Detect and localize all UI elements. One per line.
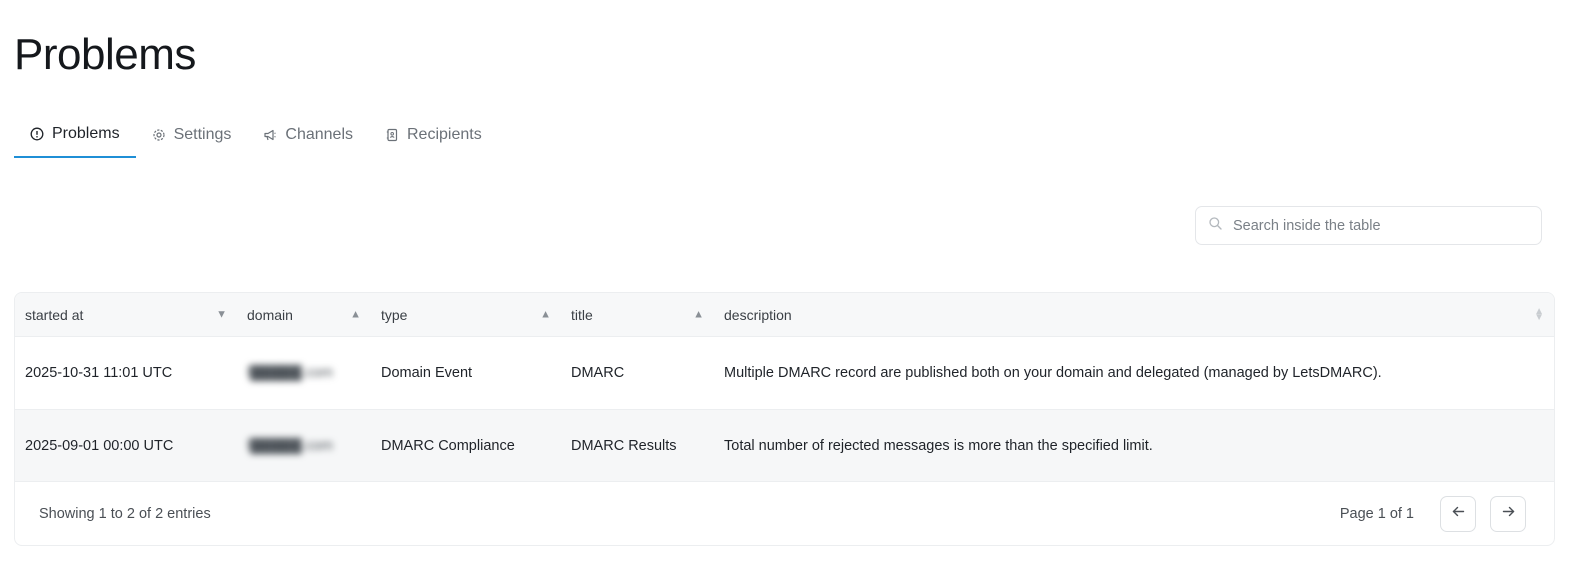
cell-started-at: 2025-09-01 00:00 UTC — [25, 437, 174, 454]
column-label: domain — [247, 306, 293, 323]
table-row[interactable]: 2025-09-01 00:00 UTC l█████.com DMARC Co… — [15, 409, 1554, 481]
cell-started-at: 2025-10-31 11:01 UTC — [25, 365, 173, 381]
table-search — [1195, 206, 1542, 245]
problems-table: started at ▼ domain ▲ type ▲ title ▲ des… — [14, 292, 1555, 546]
cell-description: Total number of rejected messages is mor… — [724, 437, 1153, 454]
column-header-domain[interactable]: domain ▲ — [237, 293, 371, 336]
cell-domain: l█████.com — [247, 437, 334, 454]
column-header-title[interactable]: title ▲ — [561, 293, 714, 336]
tab-channels[interactable]: Channels — [247, 114, 369, 156]
sort-asc-icon: ▲ — [693, 308, 704, 320]
entries-count: Showing 1 to 2 of 2 entries — [39, 505, 211, 522]
sort-asc-icon: ▲ — [540, 308, 551, 320]
arrow-right-icon — [1501, 504, 1516, 524]
column-label: title — [571, 306, 593, 323]
cell-description: Multiple DMARC record are published both… — [724, 365, 1382, 381]
tab-label: Problems — [52, 125, 120, 142]
column-label: type — [381, 306, 408, 323]
cell-type: Domain Event — [381, 365, 473, 381]
gear-icon — [152, 128, 166, 142]
table-header: started at ▼ domain ▲ type ▲ title ▲ des… — [15, 293, 1554, 337]
contact-book-icon — [385, 128, 399, 142]
next-page-button[interactable] — [1490, 495, 1526, 532]
cell-domain: l█████.com — [247, 365, 334, 381]
search-input[interactable] — [1233, 217, 1523, 234]
tab-bar: Problems Settings Channels Recipients — [14, 114, 498, 158]
page-info: Page 1 of 1 — [1339, 505, 1414, 522]
megaphone-icon — [263, 128, 277, 142]
cell-title: DMARC Results — [571, 437, 677, 454]
tab-label: Recipients — [407, 126, 482, 143]
cell-type: DMARC Compliance — [381, 437, 515, 454]
table-row[interactable]: 2025-10-31 11:01 UTC l█████.com Domain E… — [15, 337, 1554, 409]
sort-unsorted-icon: ▲ ▼ — [1534, 305, 1544, 323]
alert-circle-icon — [30, 127, 44, 141]
cell-title: DMARC — [571, 365, 625, 381]
table-footer: Showing 1 to 2 of 2 entries Page 1 of 1 — [15, 481, 1554, 545]
tab-label: Settings — [173, 126, 232, 143]
column-header-type[interactable]: type ▲ — [371, 293, 561, 336]
previous-page-button[interactable] — [1440, 495, 1476, 532]
page-title: Problems — [14, 30, 196, 79]
tab-label: Channels — [285, 126, 353, 143]
column-header-started-at[interactable]: started at ▼ — [15, 293, 237, 336]
tab-recipients[interactable]: Recipients — [369, 114, 498, 156]
tab-settings[interactable]: Settings — [136, 114, 248, 156]
tab-problems[interactable]: Problems — [14, 114, 136, 158]
column-label: started at — [25, 306, 84, 323]
column-header-description[interactable]: description ▲ ▼ — [714, 293, 1554, 336]
column-label: description — [724, 306, 792, 323]
sort-desc-icon: ▼ — [216, 308, 227, 320]
sort-asc-icon: ▲ — [350, 308, 361, 320]
arrow-left-icon — [1451, 504, 1466, 524]
search-icon — [1208, 216, 1223, 236]
